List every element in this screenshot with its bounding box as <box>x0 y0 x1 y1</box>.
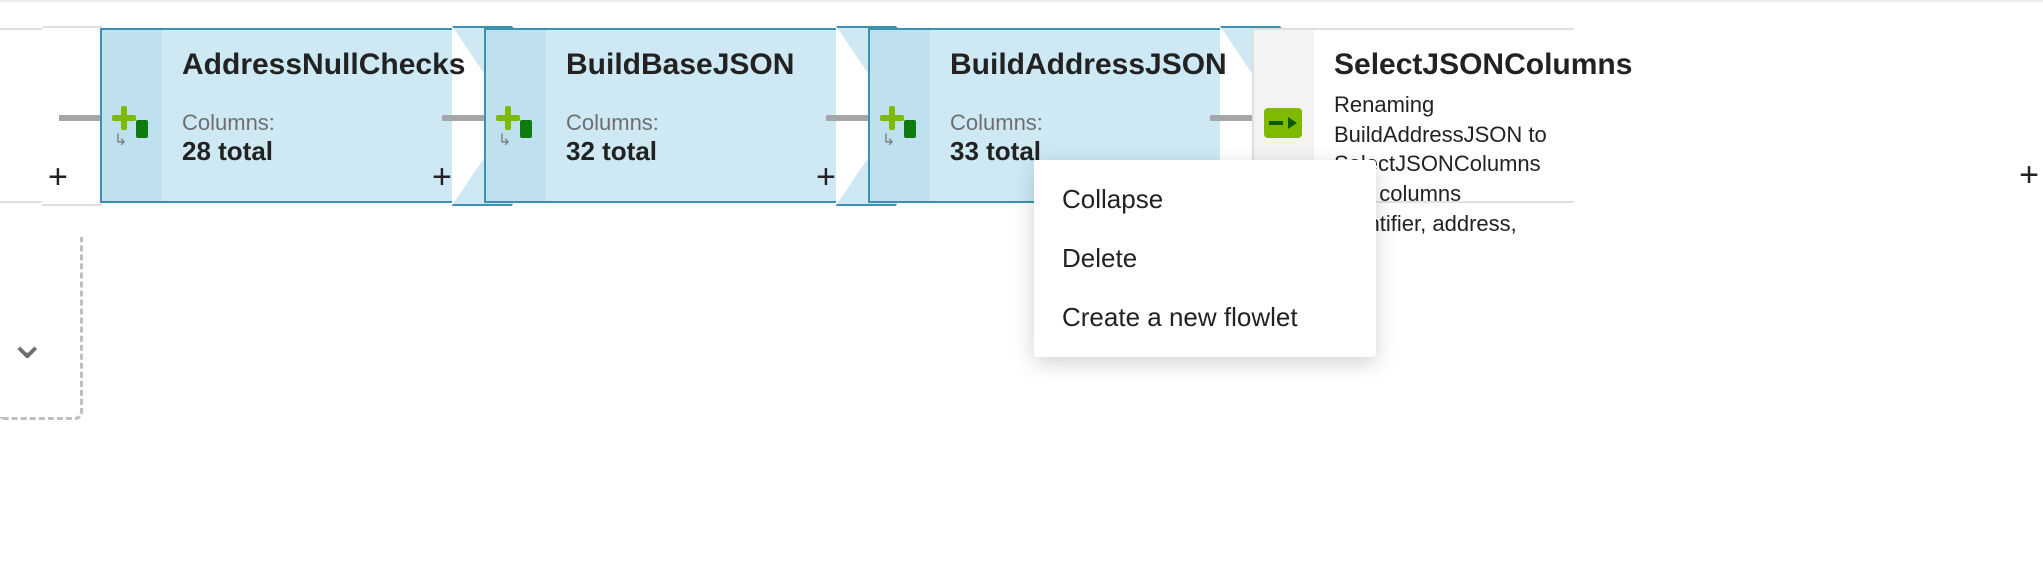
context-menu: Collapse Delete Create a new flowlet <box>1034 160 1376 357</box>
derived-column-icon: ↳ <box>880 106 920 140</box>
branch-placeholder[interactable]: ⌄ <box>0 237 83 420</box>
derived-column-icon: ↳ <box>496 106 536 140</box>
connector <box>59 115 101 121</box>
columns-value: 28 total <box>182 136 432 167</box>
menu-item-create-flowlet[interactable]: Create a new flowlet <box>1034 288 1376 347</box>
connector <box>826 115 868 121</box>
node-title: SelectJSONColumns <box>1334 48 1554 82</box>
add-step-button[interactable]: + <box>48 158 68 197</box>
connector <box>442 115 484 121</box>
add-step-button[interactable]: + <box>816 158 836 197</box>
chevron-down-icon: ⌄ <box>8 315 47 369</box>
columns-value: 32 total <box>566 136 816 167</box>
columns-label: Columns: <box>566 110 816 136</box>
add-step-button[interactable]: + <box>2019 156 2039 195</box>
node-addressnullchecks[interactable]: ↳ AddressNullChecks Columns: 28 total <box>100 28 452 203</box>
add-step-button[interactable]: + <box>432 158 452 197</box>
node-title: BuildBaseJSON <box>566 48 816 82</box>
dataflow-canvas[interactable]: + ↳ AddressNullChecks Columns: 28 total … <box>0 0 2043 564</box>
connector <box>1210 115 1252 121</box>
select-icon <box>1264 108 1302 138</box>
columns-label: Columns: <box>950 110 1200 136</box>
node-buildbasejson[interactable]: ↳ BuildBaseJSON Columns: 32 total <box>484 28 836 203</box>
upstream-node-stub[interactable] <box>0 28 42 203</box>
columns-label: Columns: <box>182 110 432 136</box>
node-title: AddressNullChecks <box>182 48 432 82</box>
node-title: BuildAddressJSON <box>950 48 1200 82</box>
menu-item-collapse[interactable]: Collapse <box>1034 170 1376 229</box>
menu-item-delete[interactable]: Delete <box>1034 229 1376 288</box>
derived-column-icon: ↳ <box>112 106 152 140</box>
